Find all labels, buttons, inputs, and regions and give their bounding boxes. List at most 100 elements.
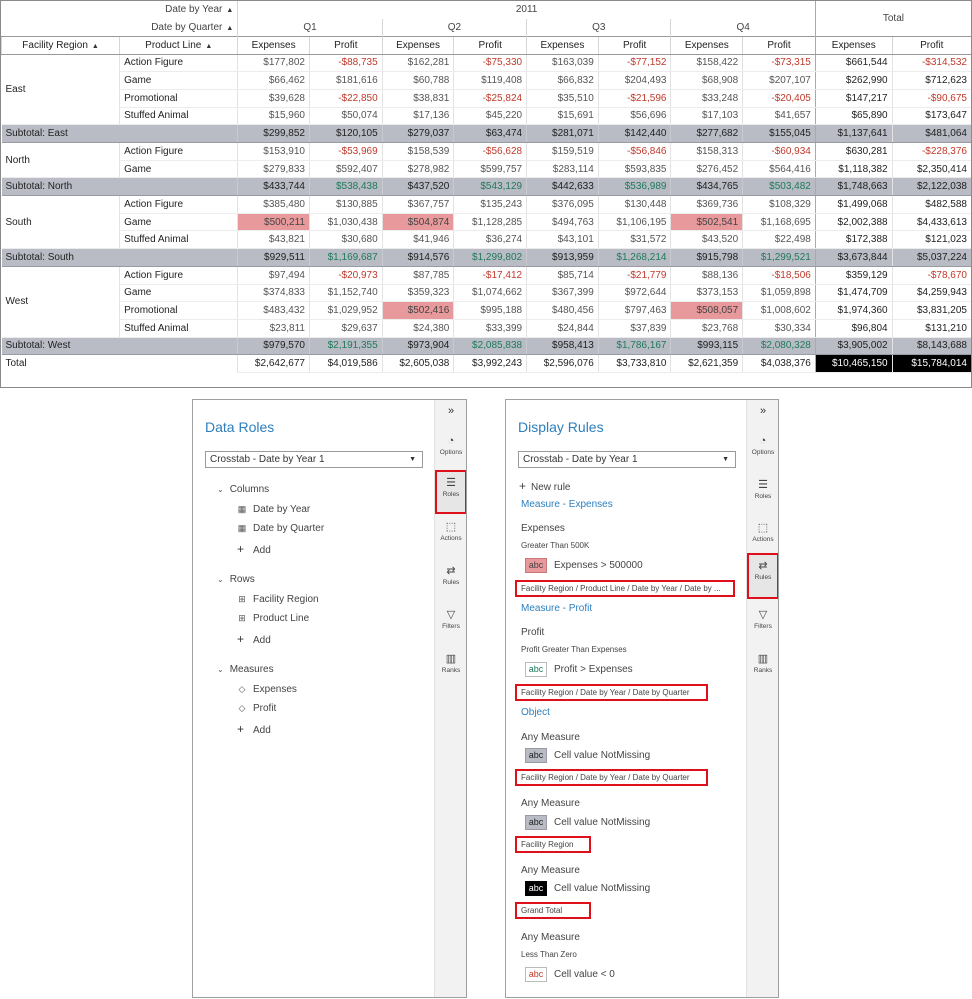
region-cell[interactable]: West — [1, 266, 120, 338]
value-cell: $480,456 — [526, 301, 599, 320]
value-cell: $33,399 — [453, 319, 527, 338]
product-cell[interactable]: Promotional — [119, 89, 238, 108]
col-dim-quarter[interactable]: Date by Quarter ▲ — [2, 19, 238, 37]
product-cell[interactable]: Game — [119, 71, 238, 90]
section-columns[interactable]: ⌄ Columns — [217, 484, 269, 495]
right-toolbar: » ◔ Options ☰ Roles ⬚ Actions ⇄ Rules ▽ Filte… — [434, 400, 466, 997]
value-cell: $1,786,167 — [597, 336, 671, 356]
product-cell[interactable]: Action Figure — [119, 266, 238, 285]
rule-condition[interactable]: Profit > Expenses — [554, 664, 633, 675]
chevron-down-icon[interactable]: ⌄ — [217, 575, 224, 584]
options-button[interactable]: ◔ Options — [435, 430, 466, 470]
actions-button[interactable]: ⬚ Actions — [435, 516, 466, 556]
measure-header-profit: Profit — [597, 35, 671, 55]
rule-scope[interactable]: Facility Region / Date by Year / Date by… — [515, 769, 708, 786]
total-cell: $712,623 — [891, 71, 971, 90]
rule-condition[interactable]: Cell value < 0 — [554, 969, 615, 980]
object-select[interactable]: Crosstab - Date by Year 1 ▼ — [518, 451, 736, 468]
object-select[interactable]: Crosstab - Date by Year 1 ▼ — [205, 451, 423, 468]
product-cell[interactable]: Stuffed Animal — [119, 107, 238, 126]
options-button[interactable]: ◔ Options — [747, 430, 778, 470]
rule-subtitle: Profit Greater Than Expenses — [521, 645, 627, 654]
rule-scope[interactable]: Grand Total — [515, 902, 591, 919]
filters-button[interactable]: ▽ Filters — [747, 604, 778, 644]
role-item[interactable]: ⊞ Product Line — [237, 613, 309, 624]
total-cell: $3,905,002 — [814, 336, 893, 356]
row-header-product-line[interactable]: Product Line ▲ — [119, 35, 238, 55]
role-item[interactable]: ▦ Date by Quarter — [237, 523, 324, 534]
filters-button[interactable]: ▽ Filters — [435, 604, 466, 644]
product-cell[interactable]: Game — [119, 213, 238, 232]
product-cell[interactable]: Action Figure — [119, 195, 238, 214]
ranks-button[interactable]: ▥ Ranks — [435, 648, 466, 688]
rule-condition[interactable]: Cell value NotMissing — [554, 817, 650, 828]
rule-scope[interactable]: Facility Region — [515, 836, 591, 853]
collapse-icon[interactable]: » — [747, 405, 778, 417]
rule-swatch[interactable]: abc — [525, 881, 547, 896]
value-cell: $592,407 — [308, 160, 383, 179]
rule-condition[interactable]: Cell value NotMissing — [554, 750, 650, 761]
product-cell[interactable]: Stuffed Animal — [119, 230, 238, 250]
product-cell[interactable]: Stuffed Animal — [119, 319, 238, 338]
row-header-facility-region[interactable]: Facility Region ▲ — [1, 35, 120, 55]
chevron-down-icon[interactable]: ⌄ — [217, 485, 224, 494]
roles-button[interactable]: ☰ Roles — [435, 470, 466, 514]
table-row: Promotional $39,628 -$22,850 $38,831 -$25,82… — [2, 89, 971, 108]
measure-header-expenses: Expenses — [814, 35, 893, 55]
product-cell[interactable]: Game — [119, 160, 238, 179]
role-item[interactable]: ◇ Expenses — [237, 684, 297, 695]
value-cell: $43,101 — [526, 230, 599, 250]
region-cell[interactable]: North — [1, 142, 120, 179]
total-cell: $1,748,663 — [814, 177, 893, 197]
value-cell: $50,074 — [308, 107, 383, 126]
col-dim-year[interactable]: Date by Year ▲ — [2, 1, 238, 19]
sort-asc-icon[interactable]: ▲ — [92, 43, 99, 50]
rule-group-link[interactable]: Measure - Profit — [521, 603, 592, 614]
chevron-down-icon[interactable]: ⌄ — [217, 665, 224, 674]
rules-button[interactable]: ⇄ Rules — [435, 560, 466, 600]
add-measure-button[interactable]: + Add — [237, 722, 271, 736]
sort-asc-icon[interactable]: ▲ — [226, 7, 233, 14]
actions-button[interactable]: ⬚ Actions — [747, 517, 778, 557]
value-cell: $536,989 — [597, 177, 671, 197]
rule-scope[interactable]: Facility Region / Date by Year / Date by… — [515, 684, 708, 701]
product-cell[interactable]: Promotional — [119, 301, 238, 320]
section-rows[interactable]: ⌄ Rows — [217, 574, 255, 585]
value-cell: $2,605,038 — [381, 354, 454, 373]
rule-group-link[interactable]: Object — [521, 707, 550, 718]
add-row-button[interactable]: + Add — [237, 632, 271, 646]
region-cell[interactable]: South — [1, 195, 120, 250]
sort-asc-icon[interactable]: ▲ — [205, 43, 212, 50]
product-cell[interactable]: Action Figure — [119, 142, 238, 161]
rule-group-link[interactable]: Measure - Expenses — [521, 499, 613, 510]
add-column-button[interactable]: + Add — [237, 542, 271, 556]
roles-button[interactable]: ☰ Roles — [747, 474, 778, 514]
grand-total-row: Total $2,642,677 $4,019,586 $2,605,038 $3,99… — [1, 354, 971, 373]
section-measures[interactable]: ⌄ Measures — [217, 664, 274, 675]
value-cell: -$88,735 — [308, 54, 383, 73]
rule-swatch[interactable]: abc — [525, 967, 547, 982]
product-cell[interactable]: Action Figure — [119, 54, 238, 73]
rule-condition[interactable]: Expenses > 500000 — [554, 560, 643, 571]
sort-asc-icon[interactable]: ▲ — [226, 25, 233, 32]
subtotal-label: Subtotal: North — [1, 177, 238, 197]
rules-button[interactable]: ⇄ Rules — [747, 553, 778, 599]
total-cell: -$78,670 — [891, 266, 971, 285]
rule-swatch[interactable]: abc — [525, 815, 547, 830]
rule-measure-name: Any Measure — [521, 732, 580, 743]
product-cell[interactable]: Game — [119, 284, 238, 303]
role-item[interactable]: ▦ Date by Year — [237, 504, 311, 515]
ranks-button[interactable]: ▥ Ranks — [747, 648, 778, 688]
region-cell[interactable]: East — [1, 54, 120, 126]
value-cell: $376,095 — [526, 195, 599, 214]
rule-condition[interactable]: Cell value NotMissing — [554, 883, 650, 894]
new-rule-button[interactable]: + New rule — [519, 479, 570, 493]
value-cell: $973,904 — [381, 336, 454, 356]
rule-swatch[interactable]: abc — [525, 558, 547, 573]
rule-swatch[interactable]: abc — [525, 662, 547, 677]
collapse-icon[interactable]: » — [435, 405, 466, 417]
rule-swatch[interactable]: abc — [525, 748, 547, 763]
role-item[interactable]: ⊞ Facility Region — [237, 594, 318, 605]
role-item[interactable]: ◇ Profit — [237, 703, 277, 714]
rule-scope[interactable]: Facility Region / Product Line / Date by… — [515, 580, 735, 597]
